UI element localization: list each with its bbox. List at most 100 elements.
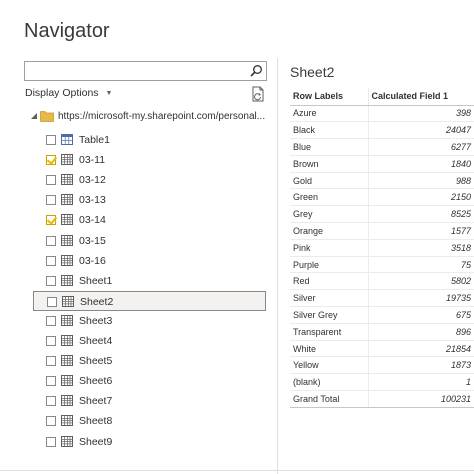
sheet-icon (61, 435, 73, 447)
bottom-divider (0, 470, 474, 471)
checkbox[interactable] (46, 195, 56, 206)
checkbox[interactable] (46, 215, 56, 226)
tree-root-label: https://microsoft-my.sharepoint.com/pers… (58, 111, 266, 122)
checkbox[interactable] (46, 135, 56, 145)
checkbox[interactable] (46, 356, 56, 367)
tree-item-03-15[interactable]: 03-15 (33, 231, 266, 251)
search-input[interactable] (24, 61, 267, 81)
checkbox[interactable] (47, 296, 57, 307)
tree-item-03-16[interactable]: 03-16 (33, 251, 266, 271)
row-label-cell: Gold (290, 172, 368, 190)
checkbox[interactable] (46, 235, 56, 246)
checkbox[interactable] (46, 155, 56, 166)
table-row: Silver Grey 675 (290, 306, 474, 324)
preview-title: Sheet2 (290, 64, 335, 80)
table-row: Black 24047 (290, 121, 474, 140)
value-cell: 19735 (367, 289, 474, 308)
row-label-cell: Black (290, 121, 368, 140)
checkbox[interactable] (46, 175, 56, 186)
table-header-row: Row Labels Calculated Field 1 (290, 88, 474, 106)
row-label-cell: Red (290, 272, 368, 291)
table-icon (61, 134, 73, 145)
tree-item-label: Sheet2 (80, 295, 114, 308)
checkbox[interactable] (46, 436, 56, 447)
sheet-icon (61, 395, 73, 407)
checkbox[interactable] (46, 396, 56, 407)
row-label-cell: (blank) (290, 373, 368, 392)
row-label-cell: Transparent (290, 323, 368, 341)
tree-item-sheet1[interactable]: Sheet1 (33, 271, 266, 291)
checkbox[interactable] (46, 315, 56, 326)
tree-item-sheet8[interactable]: Sheet8 (33, 411, 266, 431)
tree-root[interactable]: https://microsoft-my.sharepoint.com/pers… (0, 107, 277, 127)
table-row: (blank) 1 (290, 373, 474, 392)
tree-item-03-11[interactable]: 03-11 (33, 150, 266, 170)
value-cell: 1840 (367, 155, 474, 173)
tree-item-label: Table1 (79, 134, 110, 146)
row-label-cell: Yellow (290, 356, 368, 375)
row-label-cell: Silver Grey (290, 306, 368, 324)
tree-item-sheet4[interactable]: Sheet4 (33, 331, 266, 351)
expand-caret-icon[interactable] (30, 112, 38, 120)
tree-item-label: Sheet4 (79, 335, 113, 347)
checkbox[interactable] (46, 275, 56, 286)
sheet-icon (61, 355, 73, 367)
row-label-cell: Azure (290, 105, 368, 123)
tree-item-03-12[interactable]: 03-12 (33, 170, 266, 190)
grand-total-row: Grand Total 100231 (290, 390, 474, 408)
table-row: White 21854 (290, 340, 474, 358)
table-row: Green 2150 (290, 188, 474, 207)
display-options-dropdown[interactable]: Display Options ▼ (25, 87, 112, 99)
tree-item-label: 03-15 (79, 234, 106, 247)
tree-item-sheet2[interactable]: Sheet2 (33, 290, 266, 311)
page-title: Navigator (24, 20, 110, 42)
tree-item-sheet6[interactable]: Sheet6 (33, 371, 266, 391)
tree-item-label: Sheet7 (79, 395, 113, 408)
preview-table: Row Labels Calculated Field 1 Azure 398 Bl… (290, 88, 474, 408)
table-row: Silver 19735 (290, 289, 474, 308)
tree-item-03-14[interactable]: 03-14 (33, 210, 266, 230)
tree-item-03-13[interactable]: 03-13 (33, 190, 266, 210)
tree-item-sheet9[interactable]: Sheet9 (33, 432, 266, 452)
tree-item-table1[interactable]: Table1 (33, 130, 266, 150)
sheet-icon (61, 335, 73, 346)
chevron-down-icon: ▼ (105, 89, 113, 97)
tree-item-sheet7[interactable]: Sheet7 (33, 391, 266, 411)
value-cell: 3518 (367, 239, 474, 257)
tree-item-label: 03-14 (79, 214, 106, 227)
folder-icon (40, 111, 54, 122)
checkbox[interactable] (46, 255, 56, 266)
table-row: Red 5802 (290, 272, 474, 291)
row-label-cell: Pink (290, 239, 368, 257)
tree-item-sheet5[interactable]: Sheet5 (33, 351, 266, 371)
navigator-pane: Navigator Display Options ▼ https://micr… (0, 0, 277, 474)
sheet-icon (62, 295, 74, 307)
sheet-icon (61, 314, 73, 326)
refresh-preview-icon[interactable] (251, 86, 265, 102)
value-cell: 6277 (367, 138, 474, 156)
column-header: Row Labels (290, 88, 368, 106)
checkbox[interactable] (46, 336, 56, 346)
checkbox[interactable] (46, 416, 56, 427)
display-options-label: Display Options (25, 87, 99, 99)
value-cell: 1 (367, 373, 474, 392)
row-label-cell: Grey (290, 205, 368, 224)
value-cell: 5802 (367, 272, 474, 291)
value-cell: 75 (367, 256, 474, 274)
value-cell: 675 (367, 306, 474, 324)
table-row: Orange 1577 (290, 222, 474, 240)
checkbox[interactable] (46, 376, 56, 387)
tree-item-sheet3[interactable]: Sheet3 (33, 311, 266, 331)
search-icon[interactable] (249, 64, 263, 78)
table-row: Blue 6277 (290, 138, 474, 156)
value-cell: 1873 (367, 356, 474, 375)
sheet-icon (61, 234, 73, 246)
table-row: Yellow 1873 (290, 356, 474, 375)
row-label-cell: Purple (290, 256, 368, 274)
table-row: Transparent 896 (290, 323, 474, 341)
tree-item-label: Sheet8 (79, 415, 113, 428)
value-cell: 1577 (367, 222, 474, 240)
value-cell: 988 (367, 172, 474, 190)
value-cell: 21854 (367, 340, 474, 358)
sheet-icon (61, 375, 73, 387)
